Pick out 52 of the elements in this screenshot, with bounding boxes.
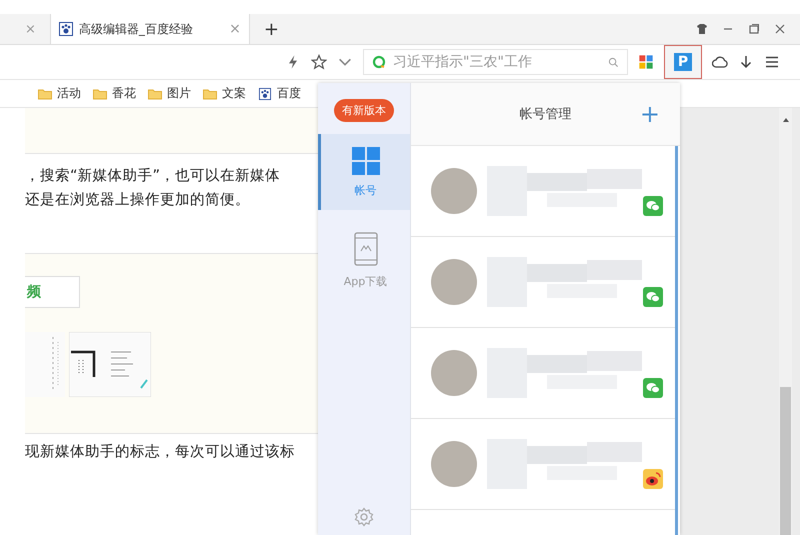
blurred-avatar: [431, 168, 477, 214]
star-icon[interactable]: [311, 54, 327, 70]
apps-icon[interactable]: [638, 54, 654, 70]
search-icon[interactable]: [608, 56, 619, 68]
extension-button[interactable]: P: [664, 45, 702, 79]
bookmark-link[interactable]: 香花: [112, 85, 136, 102]
download-icon[interactable]: [738, 54, 754, 70]
shirt-icon[interactable]: [696, 23, 708, 35]
phone-icon: [354, 232, 378, 266]
tab-title: 高级编辑器_百度经验: [78, 20, 194, 38]
paw-icon: [258, 88, 272, 100]
cloud-icon[interactable]: [712, 54, 728, 70]
folder-icon: [38, 88, 52, 100]
add-account-button[interactable]: +: [640, 100, 660, 128]
nav-item[interactable]: App下载: [318, 222, 410, 298]
wechat-icon: [643, 287, 663, 307]
blurred-avatar: [431, 441, 477, 487]
folder-icon: [148, 88, 162, 100]
blurred-avatar: [431, 259, 477, 305]
wechat-icon: [643, 196, 663, 216]
search-text: 习近平指示"三农"工作: [393, 53, 533, 71]
panel-title: 帐号管理: [520, 106, 572, 123]
folder-icon: [93, 88, 107, 100]
search-field[interactable]: 习近平指示"三农"工作: [363, 49, 628, 75]
paragraph-line: 现新媒体助手的标志，每次可以通过该标: [25, 442, 295, 461]
update-badge[interactable]: 有新版本: [334, 99, 394, 122]
paragraph-line: ，搜索“新媒体助手”，也可以在新媒体: [25, 166, 280, 186]
close-icon[interactable]: [774, 23, 786, 35]
weibo-icon: [643, 469, 663, 489]
wechat-icon: [643, 378, 663, 398]
close-button[interactable]: ×: [229, 21, 241, 37]
paw-icon: [58, 22, 73, 36]
blurred-avatar: [431, 350, 477, 396]
bookmark-link[interactable]: 百度: [277, 85, 301, 102]
video-tab-button[interactable]: 频: [25, 276, 80, 308]
screenshot-thumbnail[interactable]: [69, 332, 151, 397]
scrollbar[interactable]: [779, 108, 792, 535]
bookmark-link[interactable]: 活动: [57, 85, 81, 102]
bookmark-link[interactable]: 图片: [167, 85, 191, 102]
search-engine-icon: [372, 55, 386, 69]
settings-icon[interactable]: [354, 507, 374, 527]
scroll-up-icon[interactable]: [782, 118, 788, 122]
new-tab-button[interactable]: +: [264, 18, 279, 40]
paragraph-line: 还是在浏览器上操作更加的简便。: [25, 191, 250, 210]
folder-icon: [203, 88, 217, 100]
bookmark-link[interactable]: 文案: [222, 85, 246, 102]
menu-icon[interactable]: [764, 54, 780, 70]
nav-item[interactable]: 帐号: [318, 134, 410, 210]
grid-icon: [352, 146, 380, 174]
browser-tab[interactable]: 高级编辑器_百度经验 ×: [50, 14, 250, 44]
close-button[interactable]: ×: [25, 22, 36, 36]
maximize-icon[interactable]: [748, 23, 760, 35]
